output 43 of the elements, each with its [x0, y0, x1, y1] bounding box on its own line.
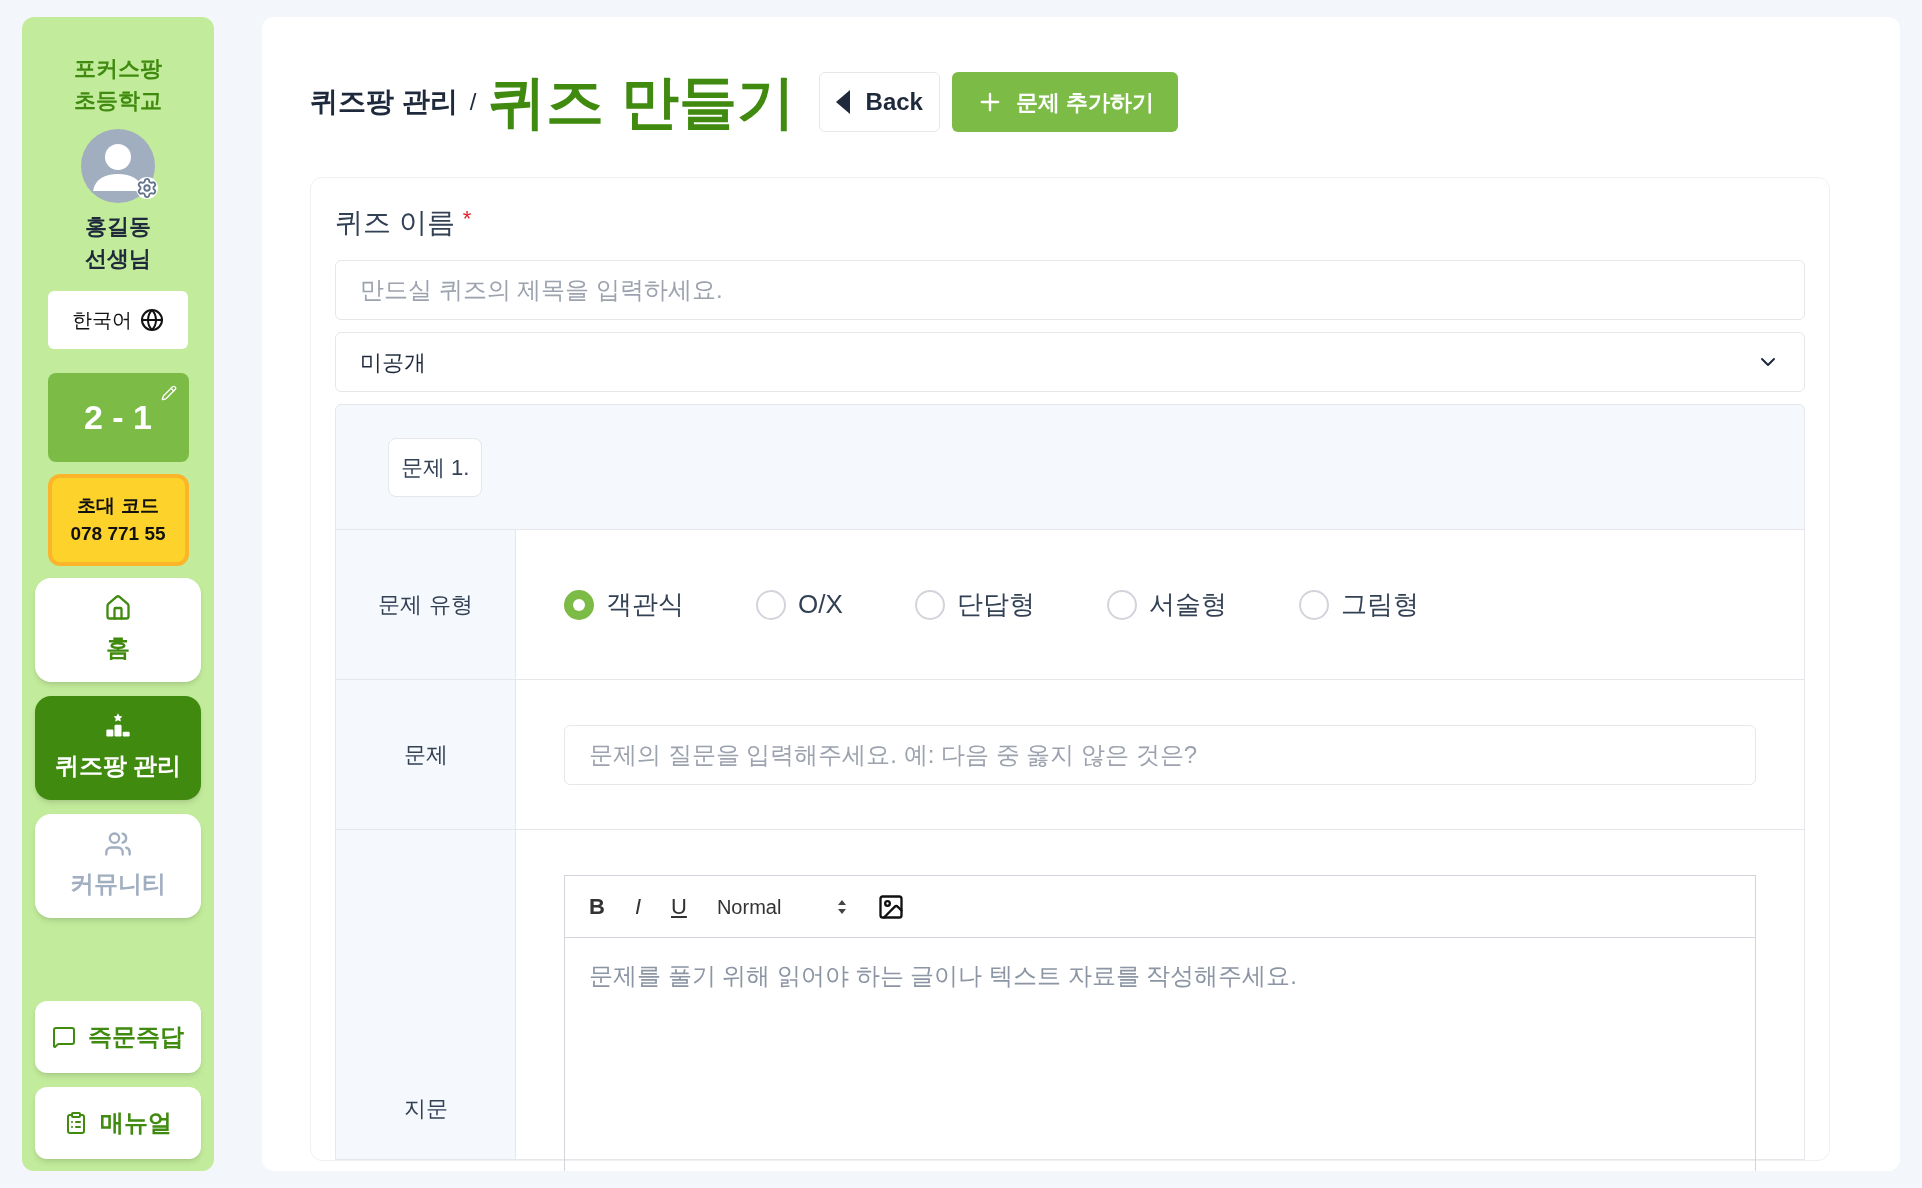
chat-icon: [52, 1025, 76, 1049]
question-number-label: 문제 1.: [388, 437, 483, 497]
type-radio[interactable]: O/X: [756, 585, 843, 624]
breadcrumb-link[interactable]: 퀴즈팡 관리: [310, 81, 458, 123]
teacher-name: 홍길동 선생님: [85, 213, 151, 273]
side-link[interactable]: 즉문즉답: [35, 1001, 201, 1073]
type-radio[interactable]: 서술형: [1106, 585, 1227, 624]
row-label: 문제 유형: [378, 591, 473, 619]
row-label: 문제: [403, 741, 448, 769]
nav-item[interactable]: 홈: [35, 578, 201, 682]
type-radio[interactable]: 그림형: [1298, 585, 1419, 624]
nav-item[interactable]: 퀴즈팡 관리: [35, 696, 201, 800]
podium-icon: [104, 712, 132, 740]
field-label: 퀴즈 이름: [335, 206, 455, 240]
people-icon: [104, 830, 132, 858]
back-arrow-icon: [835, 90, 850, 114]
invite-code-title: 초대 코드: [77, 493, 159, 518]
settings-icon[interactable]: [136, 177, 158, 199]
type-radio[interactable]: 객관식: [564, 585, 684, 624]
home-icon: [104, 594, 132, 622]
school-name: 포커스팡 초등학교: [74, 55, 162, 115]
page-title: 퀴즈 만들기: [488, 68, 795, 136]
image-icon[interactable]: [876, 892, 905, 921]
clipboard-icon: [64, 1111, 88, 1135]
globe-icon: [140, 308, 164, 332]
format-dropdown[interactable]: Normal: [716, 891, 847, 922]
italic-button[interactable]: I: [634, 890, 641, 923]
quiz-name-field[interactable]: 만드실 퀴즈의 제목을 입력하세요.: [335, 260, 1805, 320]
breadcrumb-separator: /: [469, 87, 477, 117]
back-button[interactable]: Back: [818, 72, 940, 132]
invite-code: 078 771 55: [70, 522, 166, 546]
required-mark: *: [462, 205, 472, 233]
sort-arrows-icon: [836, 898, 847, 915]
bold-button[interactable]: B: [589, 890, 605, 923]
language-button[interactable]: 한국어: [48, 291, 188, 349]
class-label: 2 - 1: [83, 397, 152, 438]
edit-icon[interactable]: [160, 385, 177, 401]
question-field[interactable]: 문제의 질문을 입력해주세요. 예: 다음 중 옳지 않은 것은?: [564, 724, 1756, 785]
underline-button[interactable]: U: [671, 890, 687, 923]
row-label: 지문: [403, 1095, 448, 1123]
side-link[interactable]: 매뉴얼: [35, 1087, 201, 1159]
visibility-select[interactable]: 미공개: [335, 332, 1805, 392]
type-radio[interactable]: 단답형: [914, 585, 1035, 624]
